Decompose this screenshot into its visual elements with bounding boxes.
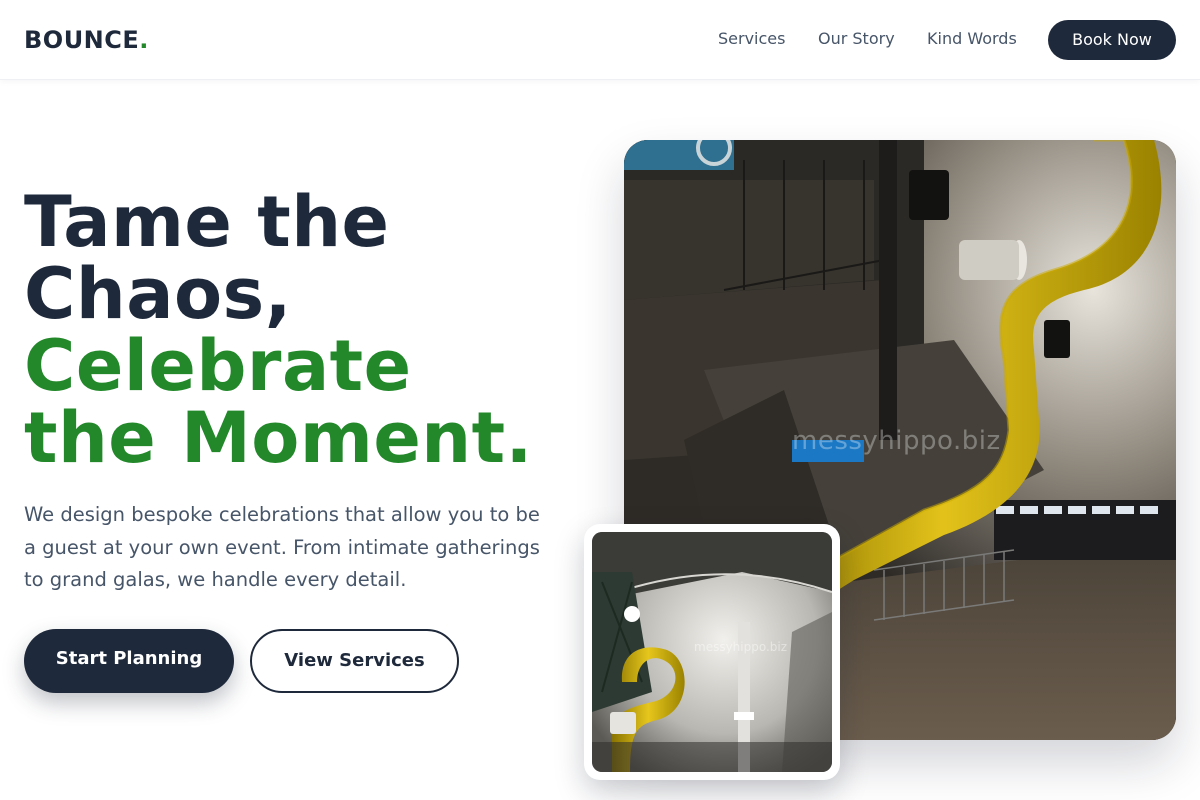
brand-logo[interactable]: BOUNCE.: [24, 24, 149, 56]
main-image-watermark: messyhippo.biz: [792, 426, 1001, 456]
nav-link-services[interactable]: Services: [718, 28, 785, 50]
headline-line-1: Tame the: [24, 181, 390, 263]
hero-inset-card: messyhippo.biz: [584, 524, 840, 780]
inset-image-watermark: messyhippo.biz: [694, 640, 788, 654]
headline-line-2: Chaos,: [24, 253, 292, 335]
hero-inset-image: messyhippo.biz: [592, 532, 832, 772]
logo-text: BOUNCE: [24, 26, 140, 54]
nav-link-kind-words[interactable]: Kind Words: [927, 28, 1017, 50]
site-header: BOUNCE. Services Our Story Kind Words Bo…: [0, 0, 1200, 80]
start-planning-button[interactable]: Start Planning: [24, 629, 234, 693]
view-services-button[interactable]: View Services: [250, 629, 459, 693]
headline-line-3: Celebrate: [24, 325, 412, 407]
hero-headline: Tame the Chaos, Celebrate the Moment.: [24, 186, 584, 474]
nav-link-our-story[interactable]: Our Story: [818, 28, 895, 50]
hero-subtext: We design bespoke celebrations that allo…: [24, 503, 540, 591]
logo-dot: .: [139, 26, 149, 54]
book-now-button[interactable]: Book Now: [1048, 20, 1176, 60]
headline-line-4: the Moment.: [24, 397, 533, 479]
